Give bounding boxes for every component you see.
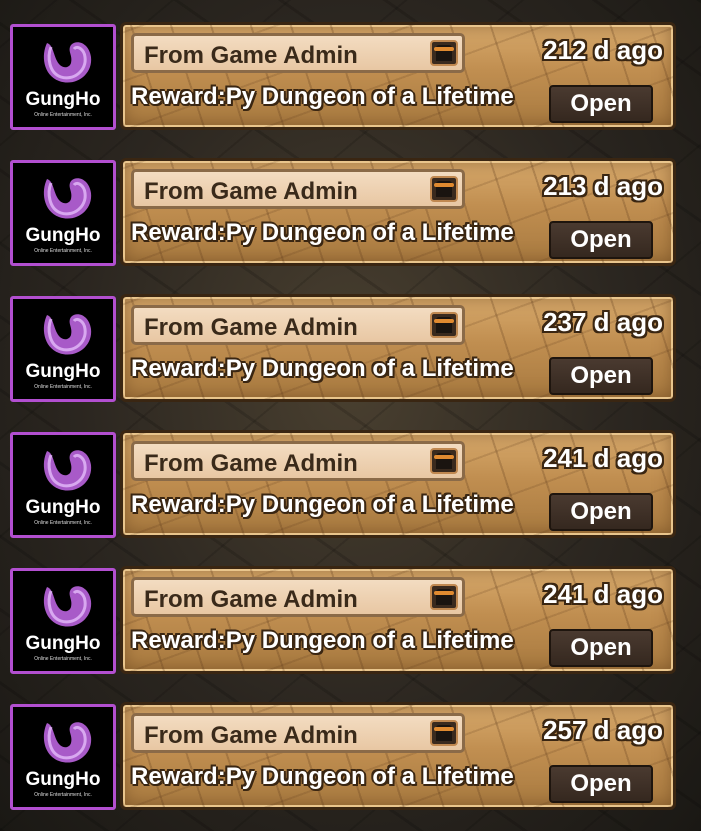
- logo-mark: [43, 722, 92, 763]
- time-ago: 213 d ago: [543, 171, 663, 201]
- mail-item: GungHo Online Entertainment, Inc. From G…: [8, 280, 696, 402]
- mail-item: GungHo Online Entertainment, Inc. From G…: [8, 552, 696, 674]
- logo-text: GungHo: [25, 225, 101, 246]
- treasure-chest-icon: [430, 312, 458, 338]
- gungho-logo-icon: GungHo Online Entertainment, Inc.: [10, 568, 116, 674]
- sender-name: From Game Admin: [144, 722, 358, 749]
- mail-subject: Reward:Py Dungeon of a Lifetime: [131, 83, 514, 110]
- logo-mark: [43, 314, 92, 355]
- open-button[interactable]: Open: [549, 357, 653, 395]
- open-button[interactable]: Open: [549, 765, 653, 803]
- mail-panel[interactable]: From Game Admin 237 d ago Reward:Py Dung…: [120, 294, 676, 402]
- mail-subject: Reward:Py Dungeon of a Lifetime: [131, 491, 514, 518]
- mail-panel[interactable]: From Game Admin 241 d ago Reward:Py Dung…: [120, 430, 676, 538]
- mail-item: GungHo Online Entertainment, Inc. From G…: [8, 416, 696, 538]
- sender-box: From Game Admin: [131, 577, 465, 617]
- mail-subject: Reward:Py Dungeon of a Lifetime: [131, 219, 514, 246]
- logo-tagline: Online Entertainment, Inc.: [34, 384, 92, 390]
- mail-panel[interactable]: From Game Admin 257 d ago Reward:Py Dung…: [120, 702, 676, 810]
- logo-tagline: Online Entertainment, Inc.: [34, 656, 92, 662]
- treasure-chest-icon: [430, 176, 458, 202]
- open-button[interactable]: Open: [549, 629, 653, 667]
- time-ago: 257 d ago: [543, 715, 663, 745]
- gungho-logo-icon: GungHo Online Entertainment, Inc.: [10, 24, 116, 130]
- sender-box: From Game Admin: [131, 441, 465, 481]
- logo-text: GungHo: [25, 769, 101, 790]
- mail-subject: Reward:Py Dungeon of a Lifetime: [131, 355, 514, 382]
- mail-item: GungHo Online Entertainment, Inc. From G…: [8, 144, 696, 266]
- logo-text: GungHo: [25, 497, 101, 518]
- sender-box: From Game Admin: [131, 169, 465, 209]
- logo-text: GungHo: [25, 89, 101, 110]
- time-ago: 241 d ago: [543, 579, 663, 609]
- treasure-chest-icon: [430, 720, 458, 746]
- open-button[interactable]: Open: [549, 493, 653, 531]
- sender-box: From Game Admin: [131, 305, 465, 345]
- logo-tagline: Online Entertainment, Inc.: [34, 792, 92, 798]
- sender-name: From Game Admin: [144, 178, 358, 205]
- treasure-chest-icon: [430, 584, 458, 610]
- time-ago: 241 d ago: [543, 443, 663, 473]
- treasure-chest-icon: [430, 448, 458, 474]
- mail-item: GungHo Online Entertainment, Inc. From G…: [8, 8, 696, 130]
- sender-name: From Game Admin: [144, 314, 358, 341]
- logo-tagline: Online Entertainment, Inc.: [34, 520, 92, 526]
- logo-text: GungHo: [25, 633, 101, 654]
- open-button[interactable]: Open: [549, 85, 653, 123]
- mail-list: GungHo Online Entertainment, Inc. From G…: [0, 0, 701, 831]
- gungho-logo-icon: GungHo Online Entertainment, Inc.: [10, 432, 116, 538]
- sender-box: From Game Admin: [131, 713, 465, 753]
- gungho-logo-icon: GungHo Online Entertainment, Inc.: [10, 296, 116, 402]
- treasure-chest-icon: [430, 40, 458, 66]
- sender-name: From Game Admin: [144, 586, 358, 613]
- mail-subject: Reward:Py Dungeon of a Lifetime: [131, 627, 514, 654]
- sender-box: From Game Admin: [131, 33, 465, 73]
- logo-tagline: Online Entertainment, Inc.: [34, 248, 92, 254]
- sender-name: From Game Admin: [144, 450, 358, 477]
- mail-panel[interactable]: From Game Admin 213 d ago Reward:Py Dung…: [120, 158, 676, 266]
- logo-mark: [43, 586, 92, 627]
- mail-panel[interactable]: From Game Admin 212 d ago Reward:Py Dung…: [120, 22, 676, 130]
- logo-mark: [43, 178, 92, 219]
- time-ago: 237 d ago: [543, 307, 663, 337]
- mail-item: GungHo Online Entertainment, Inc. From G…: [8, 688, 696, 810]
- logo-tagline: Online Entertainment, Inc.: [34, 112, 92, 118]
- logo-mark: [43, 450, 92, 491]
- open-button[interactable]: Open: [549, 221, 653, 259]
- sender-name: From Game Admin: [144, 42, 358, 69]
- logo-text: GungHo: [25, 361, 101, 382]
- logo-mark: [43, 42, 92, 83]
- gungho-logo-icon: GungHo Online Entertainment, Inc.: [10, 704, 116, 810]
- mail-panel[interactable]: From Game Admin 241 d ago Reward:Py Dung…: [120, 566, 676, 674]
- mail-subject: Reward:Py Dungeon of a Lifetime: [131, 763, 514, 790]
- gungho-logo-icon: GungHo Online Entertainment, Inc.: [10, 160, 116, 266]
- time-ago: 212 d ago: [543, 35, 663, 65]
